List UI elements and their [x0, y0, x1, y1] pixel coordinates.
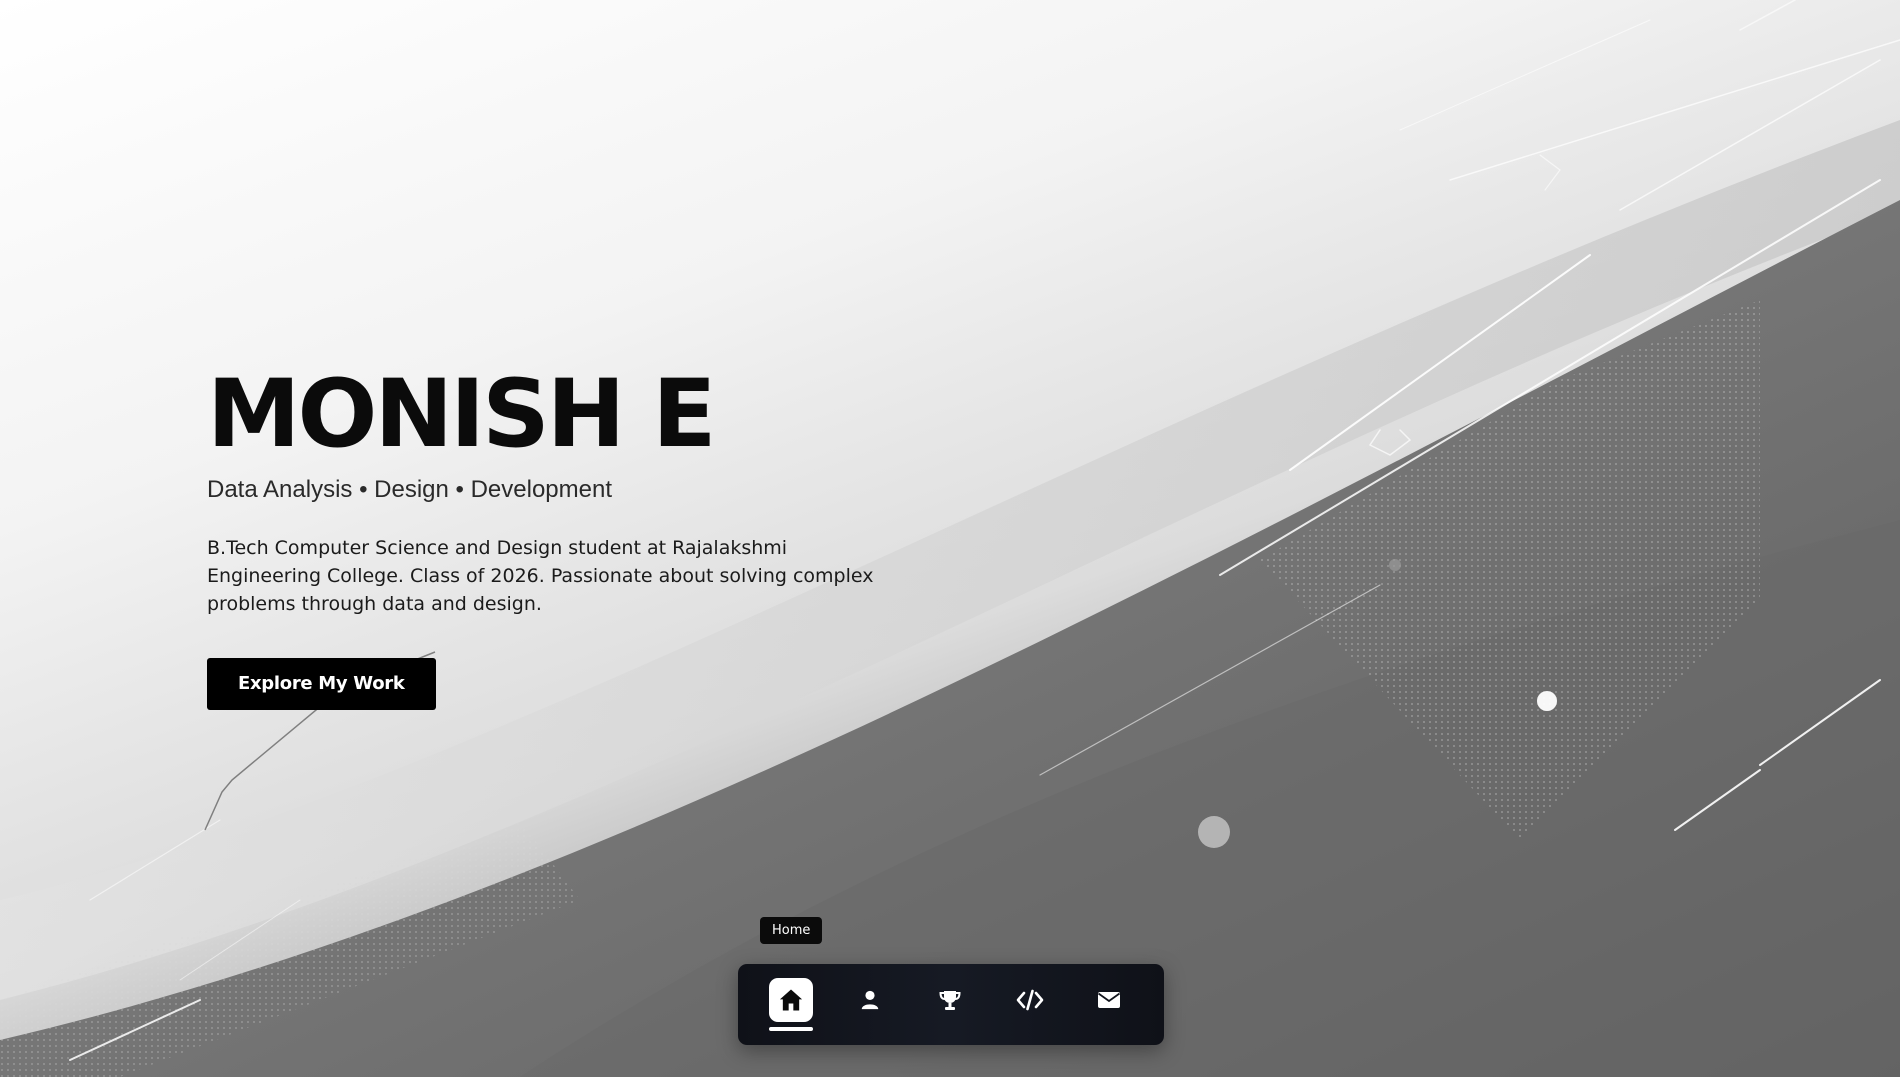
- nav-item-contact[interactable]: [1087, 978, 1131, 1022]
- nav-tooltip: Home: [760, 917, 823, 944]
- nav-item-achievements[interactable]: [928, 978, 972, 1022]
- nav-item-home[interactable]: [769, 978, 813, 1022]
- home-icon: [777, 986, 805, 1014]
- explore-work-button[interactable]: Explore My Work: [207, 658, 436, 710]
- hero-section: MONISH E Data Analysis • Design • Develo…: [207, 360, 907, 710]
- user-icon: [859, 989, 881, 1011]
- hero-bio: B.Tech Computer Science and Design stude…: [207, 537, 874, 615]
- envelope-icon: [1097, 990, 1121, 1010]
- hero-tagline: Data Analysis • Design • Development: [207, 476, 612, 503]
- active-tab-indicator: [769, 1027, 813, 1031]
- bottom-nav-dock: [738, 964, 1164, 1045]
- trophy-icon: [938, 988, 962, 1012]
- hero-page: MONISH E Data Analysis • Design • Develo…: [0, 0, 1900, 1077]
- nav-item-projects[interactable]: [1008, 978, 1052, 1022]
- hero-name: MONISH E: [207, 360, 716, 469]
- nav-item-about[interactable]: [848, 978, 892, 1022]
- code-icon: [1016, 989, 1044, 1011]
